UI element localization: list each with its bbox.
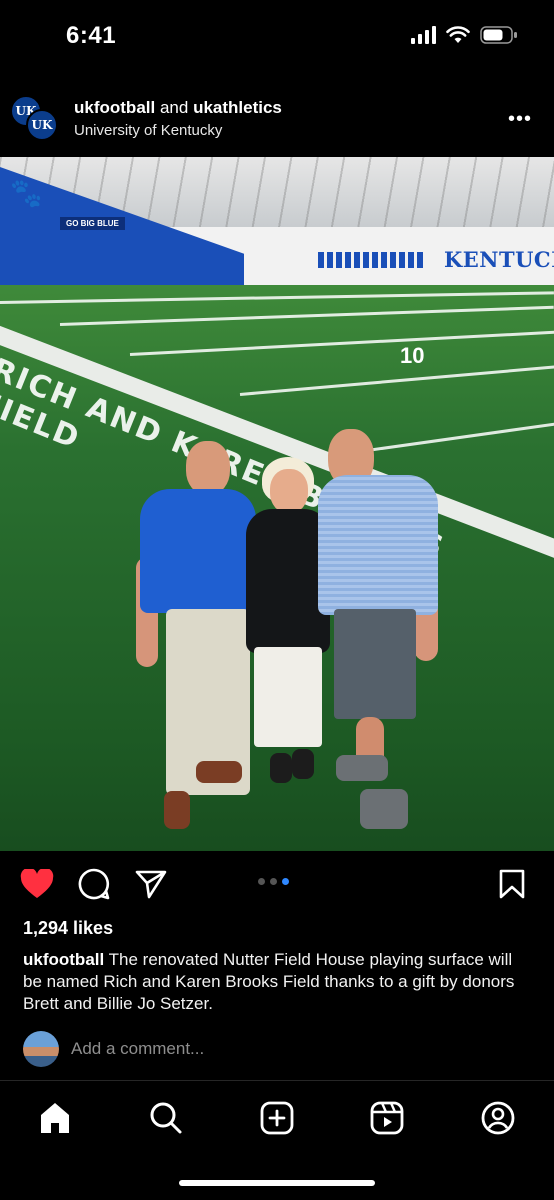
post-photo[interactable]: 🐾 GO BIG BLUE KENTUCKY 10 RICH AND KAREN… xyxy=(0,157,554,851)
post-caption: ukfootball The renovated Nutter Field Ho… xyxy=(23,949,533,1015)
cellular-signal-icon xyxy=(411,26,436,44)
more-options-icon[interactable]: ••• xyxy=(508,108,532,131)
create-icon xyxy=(260,1101,294,1135)
post-location[interactable]: University of Kentucky xyxy=(74,122,222,139)
bottom-tab-bar xyxy=(0,1090,554,1150)
wifi-icon xyxy=(446,26,470,43)
bookmark-icon xyxy=(499,869,525,899)
post-actions xyxy=(0,864,554,908)
carousel-indicator xyxy=(258,878,289,885)
comment-button[interactable] xyxy=(74,864,114,904)
collab-avatars[interactable]: UK UK xyxy=(10,95,60,143)
tab-create[interactable] xyxy=(257,1098,297,1138)
accounts-joiner: and xyxy=(159,98,189,117)
save-button[interactable] xyxy=(492,864,532,904)
account-ukathletics[interactable]: ukathletics xyxy=(193,98,282,117)
comment-input[interactable]: Add a comment... xyxy=(71,1039,204,1059)
home-indicator[interactable] xyxy=(179,1180,375,1186)
tabbar-divider xyxy=(0,1080,554,1081)
search-icon xyxy=(150,1102,182,1134)
heart-icon xyxy=(20,869,54,898)
wildcat-logo-icon: 🐾 xyxy=(10,176,43,212)
tab-search[interactable] xyxy=(146,1098,186,1138)
tab-profile[interactable] xyxy=(478,1098,518,1138)
carousel-dot-active xyxy=(282,878,289,885)
like-count[interactable]: 1,294 likes xyxy=(23,918,113,939)
profile-icon xyxy=(481,1101,515,1135)
home-icon xyxy=(41,1103,69,1133)
comment-icon xyxy=(78,868,110,900)
like-button[interactable] xyxy=(17,864,57,904)
carousel-dot xyxy=(258,878,265,885)
post-header: UK UK ukfootball and ukathletics Univers… xyxy=(0,92,554,144)
status-icons xyxy=(411,26,518,44)
caption-username[interactable]: ukfootball xyxy=(23,950,104,969)
post-accounts: ukfootball and ukathletics xyxy=(74,98,282,118)
photo-wall-banner: GO BIG BLUE xyxy=(60,217,125,230)
photo-championship-banners xyxy=(318,252,426,268)
avatar-ukathletics[interactable]: UK xyxy=(26,109,58,141)
status-time: 6:41 xyxy=(66,22,117,49)
add-comment-row[interactable]: Add a comment... xyxy=(0,1030,554,1070)
share-button[interactable] xyxy=(131,864,171,904)
tab-reels[interactable] xyxy=(367,1098,407,1138)
reels-icon xyxy=(370,1101,404,1135)
current-user-avatar xyxy=(23,1031,59,1067)
status-bar: 6:41 xyxy=(0,0,554,70)
account-ukfootball[interactable]: ukfootball xyxy=(74,98,155,117)
send-icon xyxy=(135,870,167,899)
carousel-dot xyxy=(270,878,277,885)
photo-yard-number: 10 xyxy=(400,343,425,368)
photo-wall-lettering: KENTUCKY xyxy=(444,247,554,272)
tab-home[interactable] xyxy=(35,1098,75,1138)
battery-icon xyxy=(480,26,517,44)
